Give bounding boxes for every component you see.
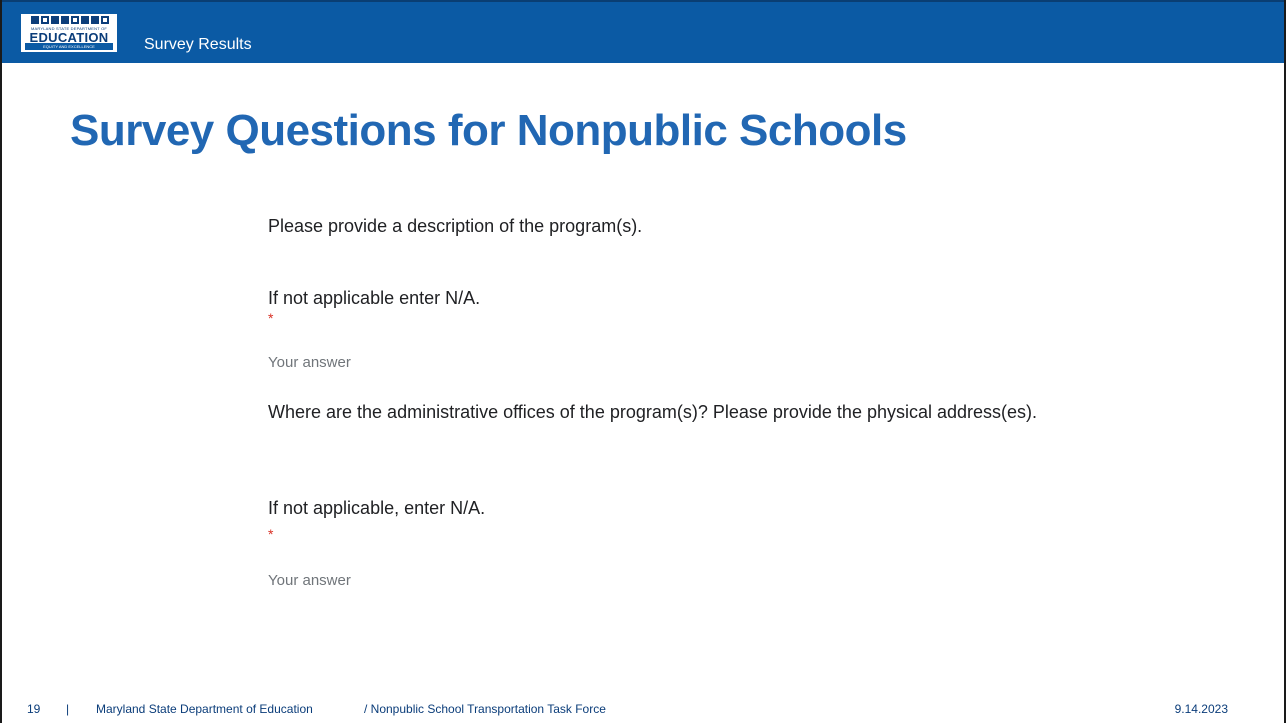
question-2-instruction: If not applicable, enter N/A. — [268, 498, 486, 518]
question-1-text: Please provide a description of the prog… — [268, 216, 643, 236]
logo-tagline: EQUITY AND EXCELLENCE — [25, 43, 113, 50]
answer-field[interactable]: Your answer — [268, 354, 351, 371]
required-marker: * — [268, 526, 274, 542]
answer-field[interactable]: Your answer — [268, 572, 351, 589]
footer-organization: Maryland State Department of Education — [96, 702, 313, 716]
header-bar: MARYLAND STATE DEPARTMENT OF EDUCATION E… — [2, 0, 1284, 63]
question-2-text: Where are the administrative offices of … — [268, 402, 1038, 422]
footer-date: 9.14.2023 — [1174, 702, 1228, 716]
slide: MARYLAND STATE DEPARTMENT OF EDUCATION E… — [0, 0, 1286, 723]
footer-separator: | — [66, 702, 70, 716]
page-number: 19 — [27, 702, 41, 716]
question-1-instruction: If not applicable enter N/A. — [268, 288, 481, 308]
page-title: Survey Questions for Nonpublic Schools — [70, 106, 907, 155]
section-label: Survey Results — [144, 36, 252, 53]
required-marker: * — [268, 310, 274, 326]
footer-task-force: / Nonpublic School Transportation Task F… — [364, 702, 606, 716]
flag-pattern-icon — [27, 16, 113, 26]
footer: 19 | Maryland State Department of Educat… — [2, 693, 1284, 723]
msde-logo: MARYLAND STATE DEPARTMENT OF EDUCATION E… — [20, 13, 118, 53]
